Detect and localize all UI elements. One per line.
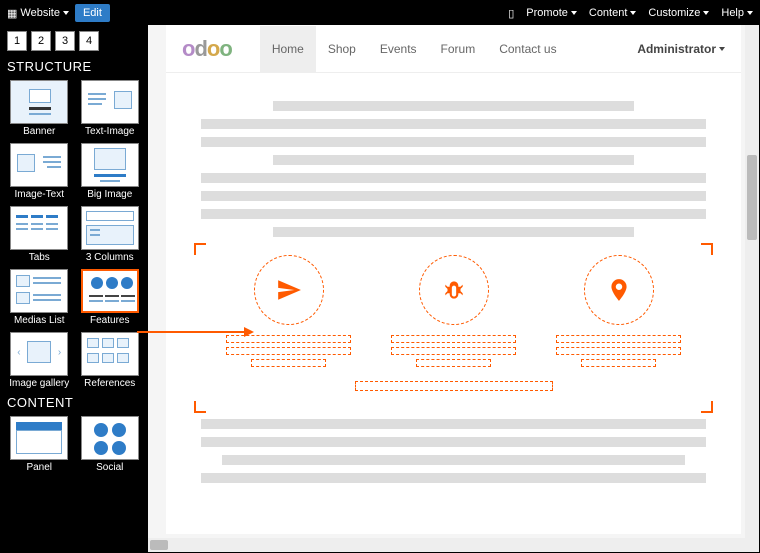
nav-events[interactable]: Events xyxy=(368,26,429,72)
website-page: odoo Home Shop Events Forum Contact us A… xyxy=(166,25,741,534)
block-panel[interactable]: Panel xyxy=(7,416,72,473)
bug-icon xyxy=(419,255,489,325)
edit-button[interactable]: Edit xyxy=(75,4,110,22)
horizontal-scrollbar[interactable] xyxy=(148,538,745,552)
placeholder-line xyxy=(273,155,634,165)
block-social[interactable]: Social xyxy=(78,416,143,473)
help-menu[interactable]: Help xyxy=(721,7,753,19)
chevron-down-icon xyxy=(571,11,577,15)
feature-column-2[interactable] xyxy=(391,255,516,367)
scrollbar-thumb[interactable] xyxy=(150,540,168,550)
chevron-down-icon xyxy=(719,47,725,51)
top-toolbar: ▦ Website Edit ▯ Promote Content Customi… xyxy=(1,1,759,25)
placeholder-line xyxy=(201,419,706,429)
block-text-image[interactable]: Text-Image xyxy=(78,80,143,137)
placeholder-line xyxy=(222,455,686,465)
placeholder-line xyxy=(355,381,553,391)
admin-menu[interactable]: Administrator xyxy=(637,42,725,56)
block-3-columns[interactable]: 3 Columns xyxy=(78,206,143,263)
placeholder-line xyxy=(201,173,706,183)
selection-corner xyxy=(701,243,713,255)
content-heading: CONTENT xyxy=(7,395,142,410)
block-banner[interactable]: Banner xyxy=(7,80,72,137)
selection-corner xyxy=(194,243,206,255)
chevron-down-icon xyxy=(703,11,709,15)
grid-icon: ▦ xyxy=(7,7,17,20)
page-body[interactable] xyxy=(166,73,741,511)
placeholder-line xyxy=(201,191,706,201)
placeholder-line xyxy=(273,227,634,237)
pager: 1 2 3 4 xyxy=(7,31,142,51)
chevron-down-icon xyxy=(747,11,753,15)
structure-heading: STRUCTURE xyxy=(7,59,142,74)
scrollbar-thumb[interactable] xyxy=(747,155,757,240)
logo[interactable]: odoo xyxy=(182,36,232,62)
drag-arrow xyxy=(137,331,252,333)
map-pin-icon xyxy=(584,255,654,325)
preview-area: odoo Home Shop Events Forum Contact us A… xyxy=(148,25,759,552)
paper-plane-icon xyxy=(254,255,324,325)
site-nav: Home Shop Events Forum Contact us xyxy=(260,26,569,72)
block-image-gallery[interactable]: ‹ › Image gallery xyxy=(7,332,72,389)
feature-column-3[interactable] xyxy=(556,255,681,367)
block-tabs[interactable]: Tabs xyxy=(7,206,72,263)
placeholder-line xyxy=(273,101,634,111)
nav-home[interactable]: Home xyxy=(260,26,316,72)
chevron-down-icon xyxy=(63,11,69,15)
mobile-icon[interactable]: ▯ xyxy=(508,7,514,20)
customize-menu[interactable]: Customize xyxy=(648,7,709,19)
website-menu[interactable]: ▦ Website xyxy=(7,7,69,20)
nav-forum[interactable]: Forum xyxy=(429,26,488,72)
chevron-down-icon xyxy=(630,11,636,15)
page-4-button[interactable]: 4 xyxy=(79,31,99,51)
site-header: odoo Home Shop Events Forum Contact us A… xyxy=(166,25,741,73)
selection-corner xyxy=(194,401,206,413)
nav-contact[interactable]: Contact us xyxy=(487,26,568,72)
placeholder-line xyxy=(201,437,706,447)
features-drop-zone[interactable] xyxy=(196,245,711,411)
content-menu[interactable]: Content xyxy=(589,7,637,19)
page-1-button[interactable]: 1 xyxy=(7,31,27,51)
feature-column-1[interactable] xyxy=(226,255,351,367)
placeholder-line xyxy=(201,473,706,483)
block-big-image[interactable]: Big Image xyxy=(78,143,143,200)
placeholder-line xyxy=(201,119,706,129)
page-3-button[interactable]: 3 xyxy=(55,31,75,51)
block-editor-panel: 1 2 3 4 STRUCTURE Banner xyxy=(1,25,148,552)
selection-corner xyxy=(701,401,713,413)
nav-shop[interactable]: Shop xyxy=(316,26,368,72)
block-features[interactable]: Features xyxy=(78,269,143,326)
block-image-text[interactable]: Image-Text xyxy=(7,143,72,200)
promote-menu[interactable]: Promote xyxy=(526,7,577,19)
placeholder-line xyxy=(201,137,706,147)
block-medias-list[interactable]: Medias List xyxy=(7,269,72,326)
vertical-scrollbar[interactable] xyxy=(745,25,759,552)
placeholder-line xyxy=(201,209,706,219)
page-2-button[interactable]: 2 xyxy=(31,31,51,51)
block-references[interactable]: References xyxy=(78,332,143,389)
